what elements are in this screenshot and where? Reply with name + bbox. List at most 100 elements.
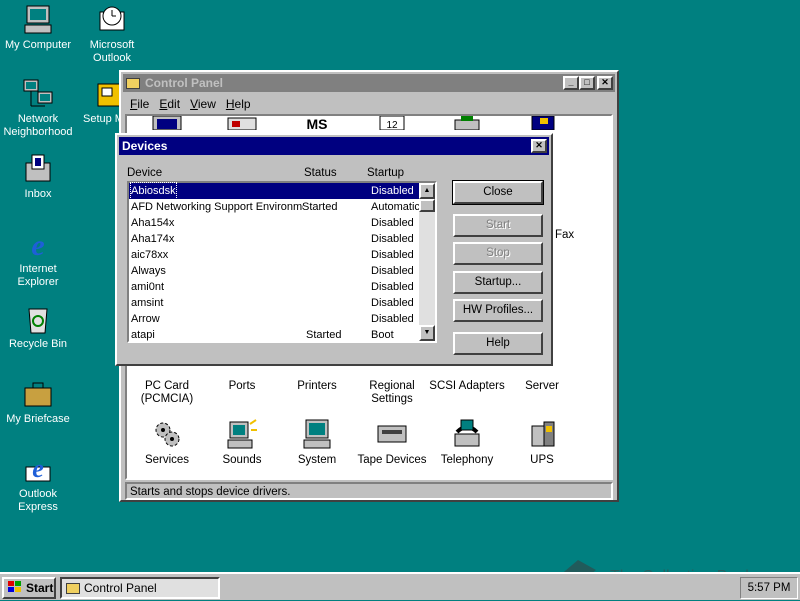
table-row[interactable]: aic78xx Disabled (129, 247, 422, 263)
desktop-icon-outlook[interactable]: Microsoft Outlook (74, 4, 150, 65)
table-row[interactable]: Aha154x Disabled (129, 215, 422, 231)
menu-bar: File Edit View Help (121, 94, 617, 113)
device-startup: Disabled (371, 265, 414, 277)
table-row[interactable]: Aha174x Disabled (129, 231, 422, 247)
desktop-icon-label: My Computer (4, 39, 72, 51)
setup-icon (94, 78, 122, 110)
taskbar-item-control-panel[interactable]: Control Panel (60, 577, 220, 599)
folder-icon (66, 582, 80, 594)
hw-profiles-button[interactable]: HW Profiles... (453, 299, 543, 322)
close-dialog-button[interactable]: Close (452, 180, 544, 205)
device-startup: Disabled (371, 185, 414, 197)
cp-item-label: SCSI Adapters (429, 380, 505, 392)
cp-item-server[interactable]: Server (502, 380, 582, 393)
device-name: amsint (131, 297, 164, 309)
network-icon (22, 78, 54, 110)
cp-item-scsi-adapters[interactable]: SCSI Adapters (427, 380, 507, 393)
cp-item-label: Regional Settings (369, 380, 415, 405)
ups-battery-icon (526, 418, 558, 450)
table-row[interactable]: ami0nt Disabled (129, 279, 422, 295)
table-row[interactable]: atapi Started Boot (129, 327, 422, 341)
device-status: Started (306, 329, 342, 341)
speaker-icon (226, 418, 258, 450)
desktop-icon-label: Setup Micros (83, 113, 122, 125)
cp-item-telephony[interactable]: Telephony (427, 418, 507, 467)
clock[interactable]: 5:57 PM (740, 577, 798, 599)
tape-drive-icon (376, 418, 408, 450)
device-name: Aha154x (131, 217, 175, 229)
scroll-up-icon[interactable]: ▲ (419, 183, 435, 199)
scroll-down-icon[interactable]: ▼ (419, 325, 435, 341)
maximize-button[interactable]: □ (579, 76, 595, 90)
device-name: atapi (131, 329, 155, 341)
taskbar-item-label: Control Panel (84, 581, 157, 595)
start-menu-button[interactable]: Start (2, 577, 56, 599)
desktop-icon-label: Outlook Express (18, 488, 58, 513)
control-panel-titlebar[interactable]: Control Panel _ □ ✕ (123, 74, 615, 92)
outlook-clock-icon (96, 4, 128, 36)
table-row[interactable]: amsint Disabled (129, 295, 422, 311)
desktop-icon-setup[interactable]: Setup Micros (74, 78, 122, 126)
start-button[interactable]: Start (453, 214, 543, 237)
cp-item-ups[interactable]: UPS (502, 418, 582, 467)
minimize-button[interactable]: _ (563, 76, 579, 90)
cp-item-ports[interactable]: Ports (202, 380, 282, 393)
cp-item-tape-devices[interactable]: Tape Devices (352, 418, 432, 467)
column-header-device[interactable]: Device (127, 167, 162, 179)
cp-item-services[interactable]: Services (127, 418, 207, 467)
table-row[interactable]: Always Disabled (129, 263, 422, 279)
stop-button[interactable]: Stop (453, 242, 543, 265)
dialog-title: Devices (122, 139, 168, 153)
device-startup: Disabled (371, 233, 414, 245)
desktop-icon-label: My Briefcase (6, 413, 70, 425)
help-button[interactable]: Help (453, 332, 543, 355)
cp-item-pc-card[interactable]: PC Card (PCMCIA) (127, 380, 207, 406)
device-name: Arrow (131, 313, 160, 325)
desktop-icon-briefcase[interactable]: My Briefcase (0, 378, 76, 426)
cp-item-printers[interactable]: Printers (277, 380, 357, 393)
device-startup: Disabled (371, 217, 414, 229)
desktop-icon-label: Internet Explorer (17, 263, 59, 288)
device-startup: Boot (371, 329, 394, 341)
device-list[interactable]: Abiosdsk Disabled AFD Networking Support… (127, 181, 437, 343)
device-startup: Automatic (371, 201, 420, 213)
devices-titlebar[interactable]: Devices ✕ (119, 137, 549, 155)
menu-edit[interactable]: Edit (154, 97, 185, 111)
desktop-icon-label: Inbox (24, 188, 52, 200)
menu-file[interactable]: File (125, 97, 154, 111)
scroll-thumb[interactable] (419, 199, 435, 212)
desktop-icon-recycle-bin[interactable]: Recycle Bin (0, 303, 76, 351)
menu-view[interactable]: View (185, 97, 221, 111)
column-header-startup[interactable]: Startup (367, 167, 404, 179)
internet-explorer-icon: e (22, 228, 54, 262)
taskbar: Start Control Panel 5:57 PM (0, 572, 800, 600)
desktop-icon-ie[interactable]: e Internet Explorer (0, 228, 76, 289)
dialog-close-button[interactable]: ✕ (531, 139, 547, 153)
vertical-scrollbar[interactable]: ▲ ▼ (419, 183, 435, 341)
status-bar: Starts and stops device drivers. (125, 482, 613, 500)
outlook-express-icon: e (22, 453, 54, 485)
folder-icon (126, 77, 140, 89)
startup-button[interactable]: Startup... (453, 271, 543, 294)
close-button[interactable]: ✕ (597, 76, 613, 90)
desktop-icon-network[interactable]: Network Neighborhood (0, 78, 76, 139)
cp-item-fax-label[interactable]: Fax (555, 229, 574, 241)
table-row[interactable]: AFD Networking Support Environment Start… (129, 199, 422, 215)
table-row[interactable]: Arrow Disabled (129, 311, 422, 327)
table-row[interactable]: Abiosdsk Disabled (129, 182, 422, 200)
desktop-icon-my-computer[interactable]: My Computer (0, 4, 76, 52)
cp-item-regional-settings[interactable]: Regional Settings (352, 380, 432, 406)
computer-icon (22, 4, 54, 36)
briefcase-icon (22, 378, 54, 410)
recycle-bin-icon (22, 303, 54, 335)
windows-logo-icon (7, 580, 23, 597)
cp-item-system[interactable]: System (277, 418, 357, 467)
column-header-status[interactable]: Status (304, 167, 337, 179)
cp-item-sounds[interactable]: Sounds (202, 418, 282, 467)
desktop-icon-outlook-express[interactable]: e Outlook Express (0, 453, 76, 514)
system-computer-icon (301, 418, 333, 450)
cp-item-label: Tape Devices (357, 454, 427, 466)
desktop-icon-inbox[interactable]: Inbox (0, 153, 76, 201)
desktop-icon-label: Network Neighborhood (3, 113, 73, 138)
menu-help[interactable]: Help (221, 97, 256, 111)
